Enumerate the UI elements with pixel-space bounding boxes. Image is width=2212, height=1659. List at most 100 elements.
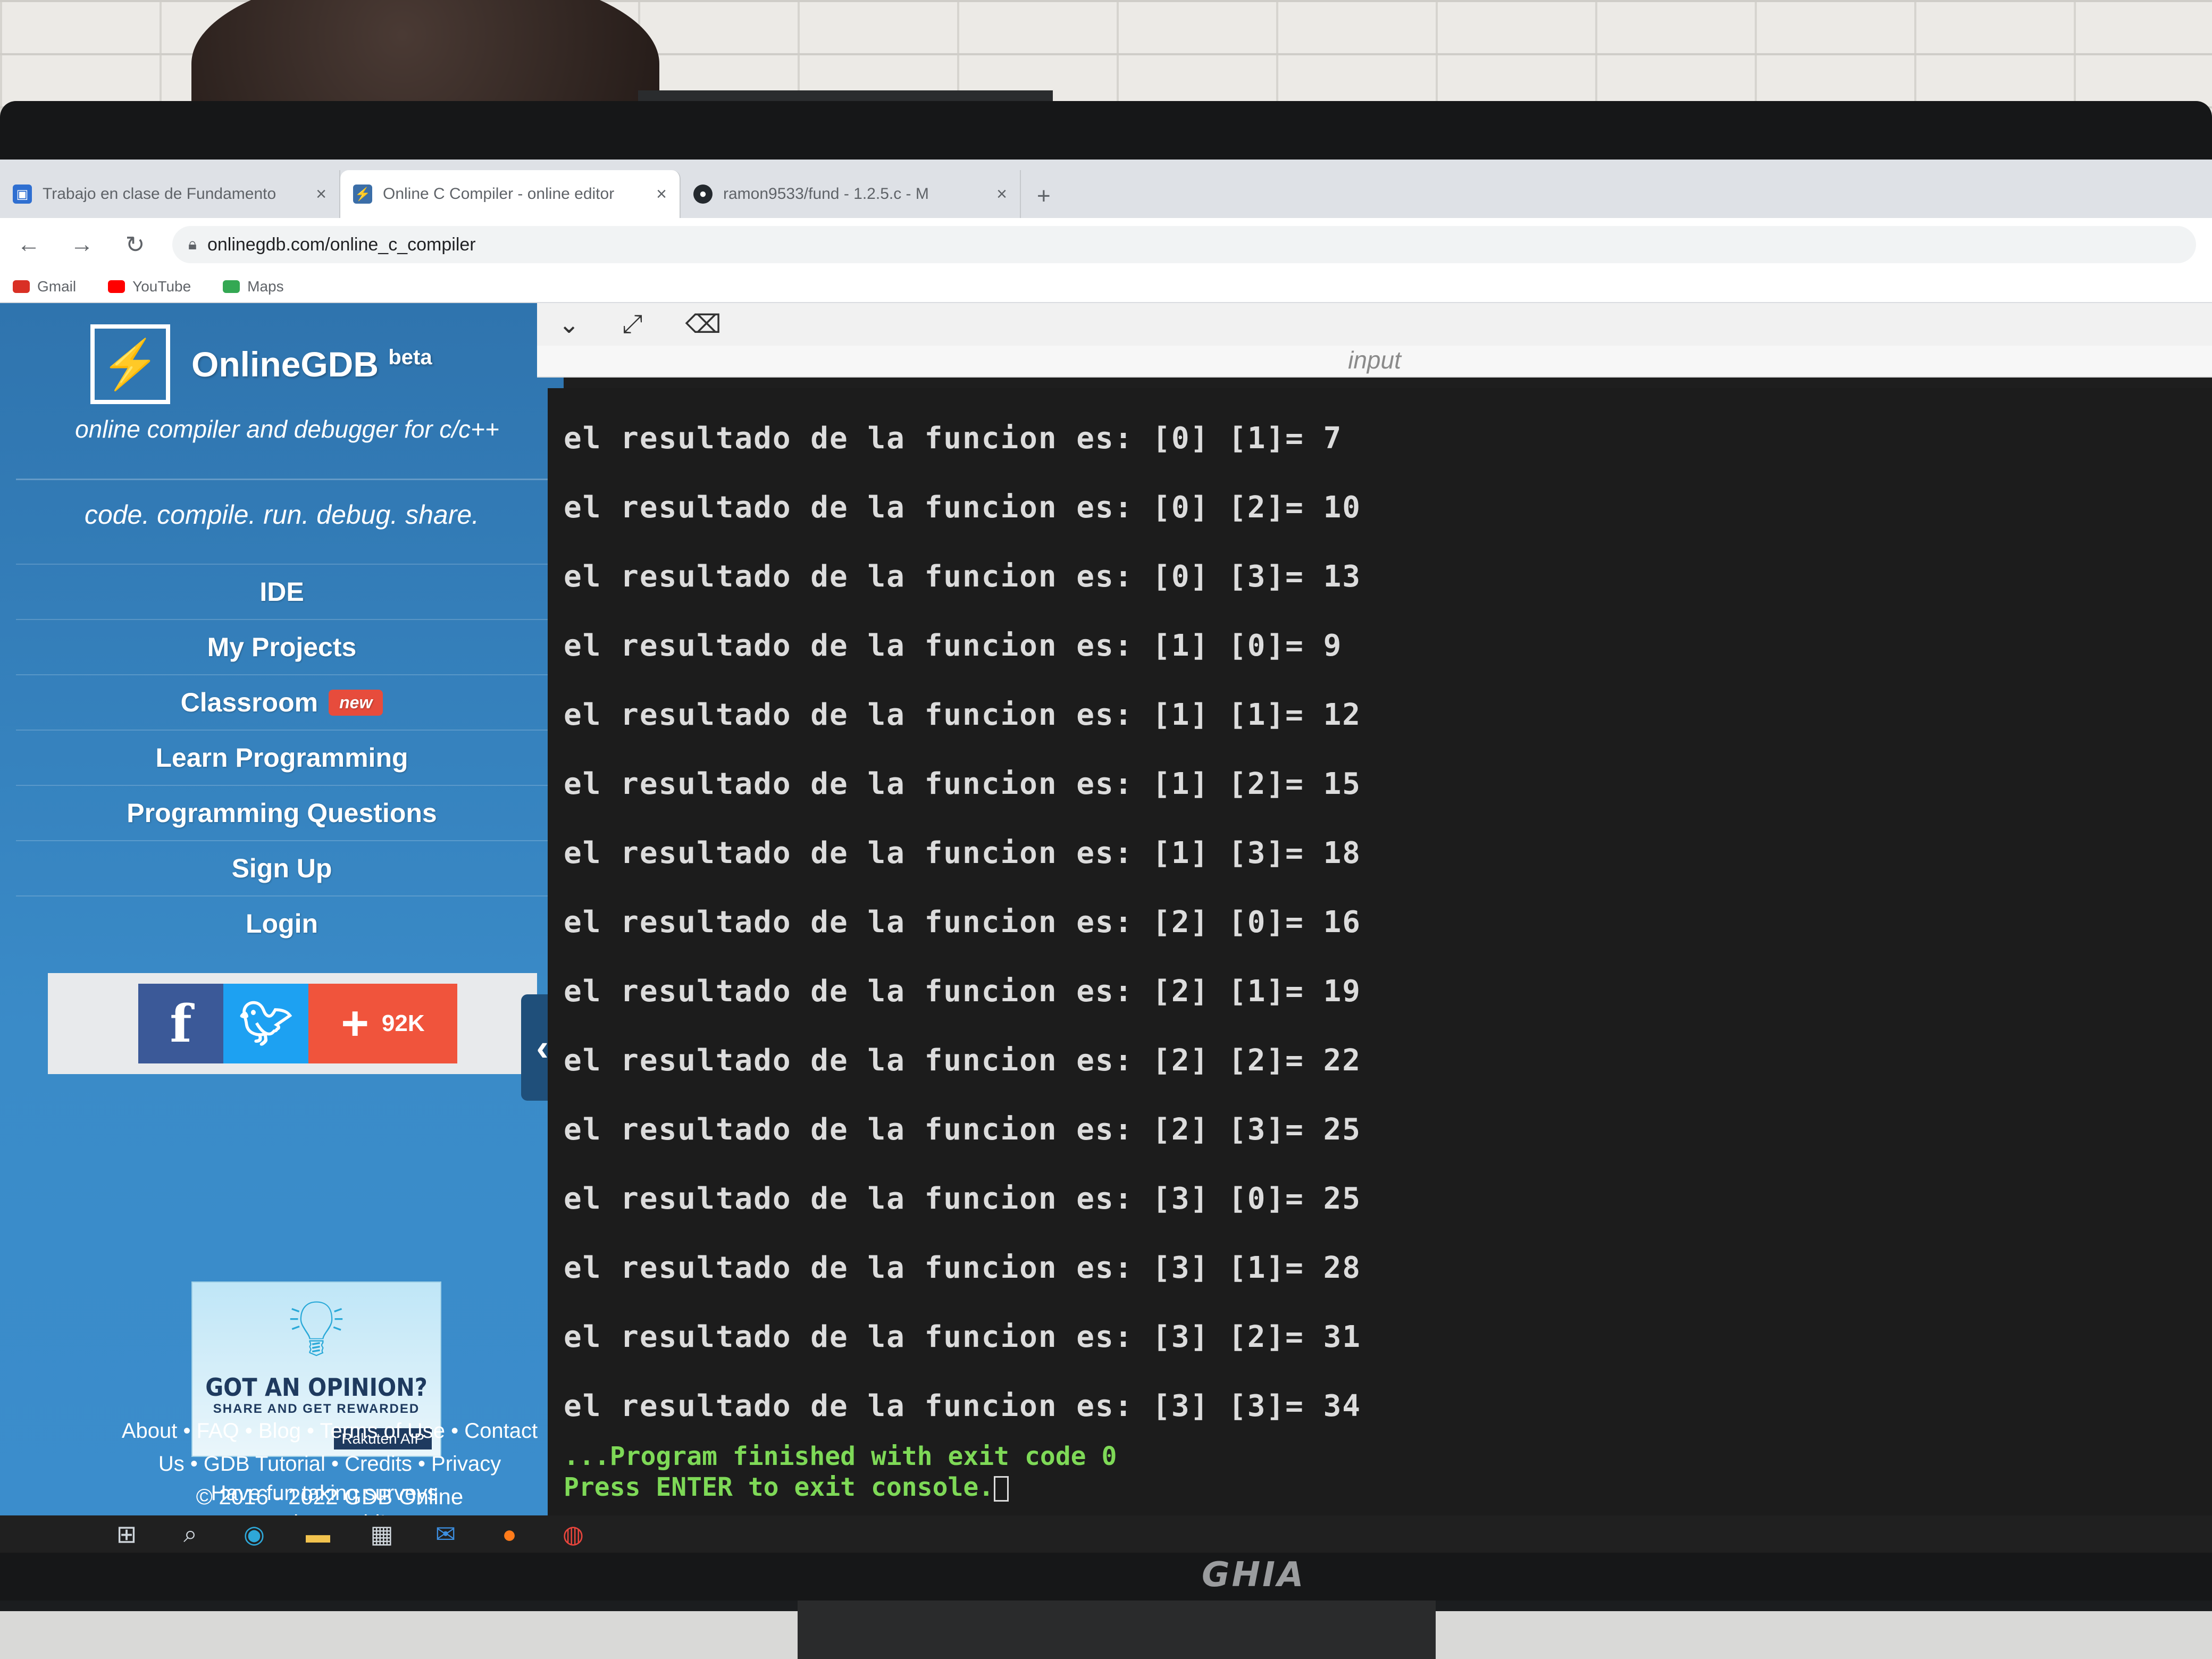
console-line: el resultado de la funcion es: [3] [3]= … xyxy=(564,1389,1362,1423)
clear-icon[interactable]: ⌫ xyxy=(685,309,722,339)
sidebar-item-learn-programming[interactable]: Learn Programming xyxy=(16,730,548,785)
tab-classroom[interactable]: ▣ Trabajo en clase de Fundamento × xyxy=(0,170,340,218)
footer-links-1[interactable]: About • FAQ • Blog • Terms of Use • Cont… xyxy=(90,1414,569,1447)
text-cursor xyxy=(994,1476,1009,1502)
prompt-text: Press ENTER to exit console. xyxy=(564,1472,994,1502)
console-line: el resultado de la funcion es: [1] [0]= … xyxy=(564,629,1343,663)
console-line: el resultado de la funcion es: [2] [0]= … xyxy=(564,905,1362,940)
lightning-icon: ⚡ xyxy=(90,324,170,404)
sidebar-menu: IDE My Projects Classroom new Learn Prog… xyxy=(16,564,548,951)
facebook-icon: f xyxy=(170,993,192,1054)
tab-title: ramon9533/fund - 1.2.5.c - M xyxy=(723,185,929,203)
monitor-brand: GHIA xyxy=(1202,1555,1306,1595)
logo-text: OnlineGDB xyxy=(191,345,379,384)
sidebar-item-sign-up[interactable]: Sign Up xyxy=(16,840,548,895)
address-bar[interactable]: 🔒︎ onlinegdb.com/online_c_compiler xyxy=(172,226,2196,263)
logo-name: OnlineGDB beta xyxy=(191,344,432,384)
nav-bar: ← → ↻ 🔒︎ onlinegdb.com/online_c_compiler xyxy=(0,218,2212,271)
tab-github[interactable]: ● ramon9533/fund - 1.2.5.c - M × xyxy=(681,170,1021,218)
console-output[interactable]: el resultado de la funcion es: [0] [1]= … xyxy=(548,388,2212,1515)
bookmark-label: YouTube xyxy=(132,278,191,295)
sidebar-item-label: Programming Questions xyxy=(127,798,437,828)
new-badge: new xyxy=(329,689,383,716)
expand-icon[interactable]: ⤢ xyxy=(622,309,642,339)
console-line: el resultado de la funcion es: [1] [3]= … xyxy=(564,836,1362,870)
bookmark-label: Gmail xyxy=(37,278,77,295)
sidebar-item-label: Learn Programming xyxy=(155,743,408,773)
console-line: el resultado de la funcion es: [0] [3]= … xyxy=(564,559,1362,594)
close-icon[interactable]: × xyxy=(656,184,667,205)
youtube-icon xyxy=(108,280,125,293)
beta-label: beta xyxy=(388,346,432,369)
edge-icon[interactable]: ◉ xyxy=(239,1520,269,1548)
footer-links-2[interactable]: Us • GDB Tutorial • Credits • Privacy xyxy=(90,1447,569,1480)
search-icon[interactable]: ⌕ xyxy=(175,1519,205,1549)
twitter-icon: 🐦︎ xyxy=(239,1000,293,1047)
monitor-stand xyxy=(798,1601,1436,1659)
sidebar-item-label: Sign Up xyxy=(231,853,332,883)
tab-title: Online C Compiler - online editor xyxy=(383,185,615,203)
console-line: el resultado de la funcion es: [3] [2]= … xyxy=(564,1320,1362,1354)
motto: code. compile. run. debug. share. xyxy=(16,479,548,549)
mail-icon[interactable]: ✉ xyxy=(431,1520,460,1548)
twitter-button[interactable]: 🐦︎ xyxy=(223,984,308,1063)
facebook-button[interactable]: f xyxy=(138,984,223,1063)
input-tab[interactable]: input xyxy=(537,346,2212,378)
onlinegdb-icon: ⚡ xyxy=(353,185,372,204)
sidebar-item-my-projects[interactable]: My Projects xyxy=(16,619,548,674)
chrome-icon[interactable]: ◍ xyxy=(558,1520,588,1548)
bookmark-maps[interactable]: Maps xyxy=(223,278,284,295)
sidebar-item-login[interactable]: Login xyxy=(16,895,548,951)
sidebar-item-label: Login xyxy=(245,909,319,939)
chevron-left-icon: ‹ xyxy=(536,1027,549,1068)
sidebar-item-programming-questions[interactable]: Programming Questions xyxy=(16,785,548,840)
store-icon[interactable]: ▦ xyxy=(367,1520,397,1548)
tab-onlinegdb[interactable]: ⚡ Online C Compiler - online editor × xyxy=(340,170,681,218)
firefox-icon[interactable]: ● xyxy=(495,1520,524,1548)
github-icon: ● xyxy=(693,185,713,204)
ad-title: GOT AN OPINION? xyxy=(205,1373,428,1402)
sidebar-item-classroom[interactable]: Classroom new xyxy=(16,674,548,730)
console-line: el resultado de la funcion es: [2] [2]= … xyxy=(564,1043,1362,1078)
social-share-bar: f 🐦︎ + 92K xyxy=(48,973,537,1074)
new-tab-button[interactable]: + xyxy=(1021,183,1067,218)
console-line: el resultado de la funcion es: [2] [1]= … xyxy=(564,974,1362,1009)
sidebar: ⚡ OnlineGDB beta online compiler and deb… xyxy=(0,303,564,1535)
close-icon[interactable]: × xyxy=(316,184,326,205)
sidebar-footer: About • FAQ • Blog • Terms of Use • Cont… xyxy=(90,1414,569,1513)
chevron-down-icon[interactable]: ⌄ xyxy=(558,309,580,339)
back-icon[interactable]: ← xyxy=(13,231,45,258)
console-line: el resultado de la funcion es: [1] [2]= … xyxy=(564,767,1362,801)
tagline: online compiler and debugger for c/c++ xyxy=(75,415,499,443)
taskbar: ⊞ ⌕ ◉ ▬ ▦ ✉ ● ◍ xyxy=(0,1515,2212,1553)
console-line: el resultado de la funcion es: [1] [1]= … xyxy=(564,698,1362,732)
plus-icon: + xyxy=(341,996,369,1050)
gmail-icon xyxy=(13,280,30,293)
console-toolbar: ⌄ ⤢ ⌫ xyxy=(537,303,2212,346)
file-explorer-icon[interactable]: ▬ xyxy=(303,1520,333,1548)
tab-bar: ▣ Trabajo en clase de Fundamento × ⚡ Onl… xyxy=(0,160,2212,218)
url-text: onlinegdb.com/online_c_compiler xyxy=(207,234,476,255)
windows-start-icon[interactable]: ⊞ xyxy=(112,1520,141,1548)
console-line: el resultado de la funcion es: [3] [0]= … xyxy=(564,1182,1362,1216)
forward-icon[interactable]: → xyxy=(66,231,98,258)
exit-status: ...Program finished with exit code 0 xyxy=(564,1442,1117,1471)
press-enter-prompt: Press ENTER to exit console. xyxy=(564,1472,2212,1503)
sidebar-item-label: Classroom xyxy=(180,688,319,717)
reload-icon[interactable]: ↻ xyxy=(119,231,151,258)
console-line: el resultado de la funcion es: [3] [1]= … xyxy=(564,1251,1362,1285)
bookmark-youtube[interactable]: YouTube xyxy=(108,278,191,295)
bookmarks-bar: Gmail YouTube Maps xyxy=(0,271,2212,303)
bookmark-label: Maps xyxy=(247,278,284,295)
lightbulb-icon: 💡︎ xyxy=(288,1283,345,1372)
page: ⚡ OnlineGDB beta online compiler and deb… xyxy=(0,303,2212,1535)
console-line: el resultado de la funcion es: [2] [3]= … xyxy=(564,1112,1362,1147)
logo[interactable]: ⚡ OnlineGDB beta xyxy=(90,324,432,404)
sidebar-item-label: IDE xyxy=(259,577,304,607)
close-icon[interactable]: × xyxy=(996,184,1007,205)
sidebar-item-ide[interactable]: IDE xyxy=(16,564,548,619)
classroom-icon: ▣ xyxy=(13,185,32,204)
share-button[interactable]: + 92K xyxy=(308,984,457,1063)
bookmark-gmail[interactable]: Gmail xyxy=(13,278,76,295)
copyright: © 2016 - 2022 GDB Online xyxy=(196,1484,464,1509)
